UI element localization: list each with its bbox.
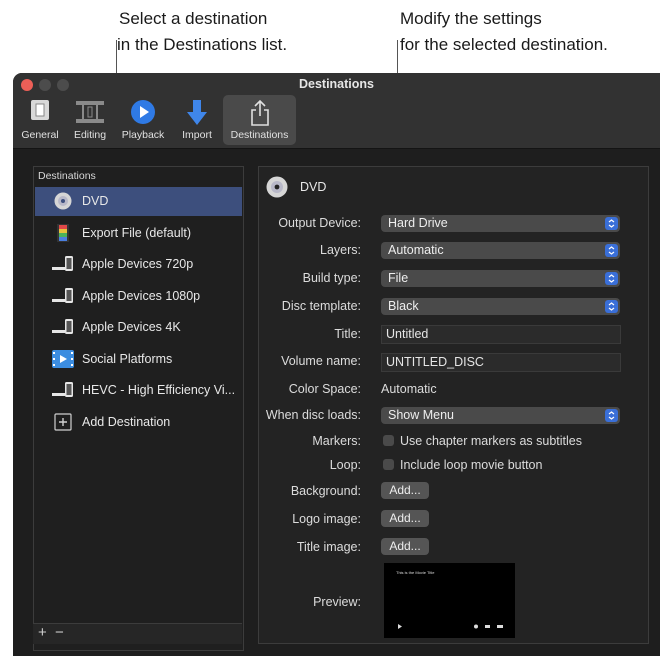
title-bar: Destinations General Editing Playback Im… bbox=[13, 73, 660, 149]
export-file-icon bbox=[57, 224, 69, 242]
loop-label: Loop: bbox=[329, 458, 361, 472]
title-label: Title: bbox=[334, 327, 361, 341]
list-item-label: DVD bbox=[82, 194, 109, 208]
chevron-updown-icon bbox=[605, 244, 618, 257]
disc-template-popup[interactable]: Black bbox=[381, 298, 620, 315]
when-disc-loads-popup[interactable]: Show Menu bbox=[381, 407, 620, 424]
list-item-label: HEVC - High Efficiency Vi... bbox=[82, 383, 236, 397]
destinations-list: Destinations DVD Export File (default) A… bbox=[33, 166, 244, 651]
preview-controls bbox=[398, 624, 503, 629]
callout-left-line2: in the Destinations list. bbox=[117, 35, 288, 54]
loop-checkbox[interactable] bbox=[383, 459, 394, 470]
toolbar-general-label: General bbox=[21, 129, 59, 141]
menu-preview: This is the Movie Title bbox=[384, 563, 515, 638]
devices-icon bbox=[52, 256, 73, 271]
list-add-remove-bar: + − bbox=[33, 623, 242, 644]
devices-icon bbox=[52, 319, 73, 334]
chevron-updown-icon bbox=[605, 300, 618, 313]
layers-label: Layers: bbox=[320, 243, 361, 257]
toolbar-import-label: Import bbox=[182, 129, 212, 141]
build-type-label: Build type: bbox=[302, 271, 361, 285]
when-disc-loads-value: Show Menu bbox=[388, 408, 455, 422]
toolbar-destinations-label: Destinations bbox=[230, 129, 289, 141]
disc-template-label: Disc template: bbox=[281, 299, 361, 313]
devices-icon bbox=[52, 288, 73, 303]
title-image-label: Title image: bbox=[296, 540, 361, 554]
logo-image-add-button[interactable]: Add... bbox=[381, 510, 429, 527]
list-item-label: Apple Devices 720p bbox=[82, 257, 194, 271]
toolbar-import[interactable]: Import bbox=[177, 95, 217, 145]
markers-checkbox-label[interactable]: Use chapter markers as subtitles bbox=[400, 434, 582, 448]
list-item-apple-devices-4k[interactable]: Apple Devices 4K bbox=[35, 313, 242, 342]
background-add-button[interactable]: Add... bbox=[381, 482, 429, 499]
preview-label: Preview: bbox=[313, 595, 361, 609]
color-space-value: Automatic bbox=[381, 382, 437, 396]
devices-icon bbox=[52, 382, 73, 397]
toolbar-editing-label: Editing bbox=[73, 129, 107, 141]
remove-destination-button[interactable]: − bbox=[55, 624, 64, 641]
list-item-label: Apple Devices 1080p bbox=[82, 289, 201, 303]
preferences-window: Destinations General Editing Playback Im… bbox=[13, 73, 660, 656]
color-space-label: Color Space: bbox=[288, 382, 361, 396]
toolbar-destinations[interactable]: Destinations bbox=[223, 95, 296, 145]
list-item-add-destination[interactable]: Add Destination bbox=[35, 408, 242, 437]
share-icon bbox=[250, 99, 269, 126]
build-type-value: File bbox=[388, 271, 409, 285]
list-item-export-file[interactable]: Export File (default) bbox=[35, 219, 242, 248]
disc-icon bbox=[54, 192, 72, 210]
output-device-value: Hard Drive bbox=[388, 216, 448, 230]
volume-name-value: UNTITLED_DISC bbox=[386, 355, 484, 369]
chevron-updown-icon bbox=[605, 217, 618, 230]
title-field[interactable]: Untitled bbox=[381, 325, 621, 344]
layers-value: Automatic bbox=[388, 243, 444, 257]
toolbar-playback-label: Playback bbox=[121, 129, 165, 141]
general-icon bbox=[31, 100, 49, 120]
settings-title: DVD bbox=[300, 180, 327, 194]
list-item-label: Add Destination bbox=[82, 415, 171, 429]
disc-template-value: Black bbox=[388, 299, 419, 313]
social-platforms-icon bbox=[52, 350, 74, 368]
markers-checkbox[interactable] bbox=[383, 435, 394, 446]
loop-checkbox-label[interactable]: Include loop movie button bbox=[400, 458, 542, 472]
list-item-label: Export File (default) bbox=[82, 226, 192, 240]
when-disc-loads-label: When disc loads: bbox=[265, 408, 361, 422]
list-item-label: Apple Devices 4K bbox=[82, 320, 181, 334]
editing-icon bbox=[76, 101, 104, 123]
import-icon bbox=[187, 100, 207, 125]
toolbar-playback[interactable]: Playback bbox=[117, 95, 169, 145]
toolbar-editing[interactable]: Editing bbox=[70, 95, 110, 145]
add-destination-button[interactable]: + bbox=[38, 624, 47, 641]
markers-label: Markers: bbox=[312, 434, 361, 448]
window-title: Destinations bbox=[298, 77, 374, 91]
output-device-popup[interactable]: Hard Drive bbox=[381, 215, 620, 232]
preview-caption: This is the Movie Title bbox=[396, 570, 435, 575]
volume-name-field[interactable]: UNTITLED_DISC bbox=[381, 353, 621, 372]
output-device-label: Output Device: bbox=[278, 216, 361, 230]
callout-left-line1: Select a destination bbox=[119, 9, 268, 28]
list-item-dvd[interactable]: DVD bbox=[35, 187, 242, 216]
chevron-updown-icon bbox=[605, 409, 618, 422]
list-item-social-platforms[interactable]: Social Platforms bbox=[35, 345, 242, 374]
plus-box-icon bbox=[54, 413, 72, 431]
background-label: Background: bbox=[290, 484, 361, 498]
disc-icon bbox=[266, 176, 288, 198]
title-field-value: Untitled bbox=[386, 327, 429, 341]
destinations-list-header: Destinations bbox=[38, 170, 96, 182]
list-item-apple-devices-720p[interactable]: Apple Devices 720p bbox=[35, 250, 242, 279]
title-image-add-button[interactable]: Add... bbox=[381, 538, 429, 555]
playback-icon bbox=[131, 100, 155, 124]
layers-popup[interactable]: Automatic bbox=[381, 242, 620, 259]
logo-image-label: Logo image: bbox=[292, 512, 361, 526]
chevron-updown-icon bbox=[605, 272, 618, 285]
callout-right-line2: for the selected destination. bbox=[400, 35, 608, 54]
list-item-apple-devices-1080p[interactable]: Apple Devices 1080p bbox=[35, 282, 242, 311]
callout-right-line1: Modify the settings bbox=[400, 9, 542, 28]
list-item-label: Social Platforms bbox=[82, 352, 173, 366]
list-item-hevc[interactable]: HEVC - High Efficiency Vi... bbox=[35, 376, 242, 405]
volume-name-label: Volume name: bbox=[281, 354, 361, 368]
destination-settings: DVD Output Device: Hard Drive Layers: Au… bbox=[258, 166, 649, 644]
build-type-popup[interactable]: File bbox=[381, 270, 620, 287]
toolbar-general[interactable]: General bbox=[17, 95, 63, 145]
